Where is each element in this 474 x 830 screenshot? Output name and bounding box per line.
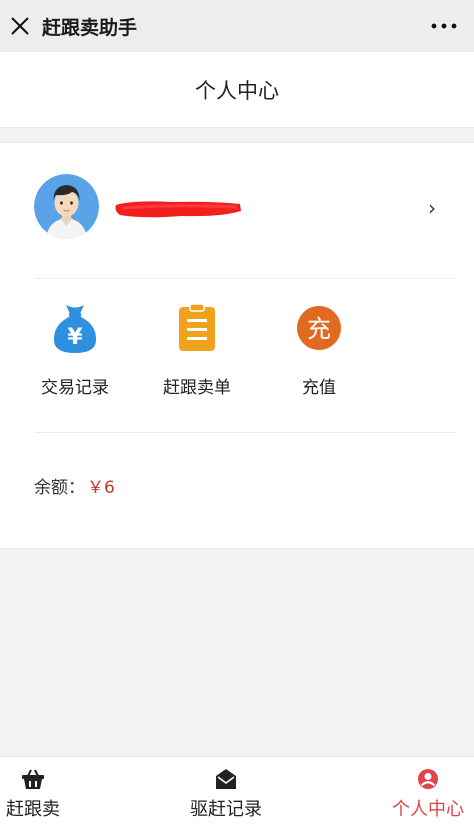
profile-row[interactable]: ›: [0, 143, 474, 279]
menu-item-recharge[interactable]: 充 充值: [269, 301, 369, 398]
tab-label: 赶跟卖: [6, 799, 60, 820]
tab-chase-sell[interactable]: 赶跟卖: [6, 767, 60, 821]
page-title: 个人中心: [195, 78, 279, 103]
svg-text:¥: ¥: [67, 325, 83, 350]
avatar[interactable]: [34, 174, 99, 239]
menu-label: 赶跟卖单: [163, 378, 231, 398]
balance-value: ￥6: [87, 478, 115, 498]
menu-label: 充值: [302, 378, 336, 398]
basket-icon: [21, 767, 45, 791]
more-button[interactable]: [424, 10, 464, 42]
more-icon: [431, 23, 457, 29]
profile-card: › ¥ 交易记录 赶跟卖单 充 充值 余额： ￥6: [0, 142, 474, 549]
svg-text:充: 充: [307, 315, 331, 343]
chevron-right-icon[interactable]: ›: [428, 197, 448, 219]
close-icon: [11, 17, 29, 35]
username-redacted: [112, 197, 244, 221]
tab-label: 个人中心: [392, 799, 464, 820]
menu-item-transactions[interactable]: ¥ 交易记录: [25, 301, 125, 398]
menu-item-orders[interactable]: 赶跟卖单: [147, 301, 247, 398]
title-bar: 赶跟卖助手: [0, 0, 474, 52]
money-bag-icon: ¥: [49, 301, 101, 355]
divider: [34, 432, 456, 433]
app-title: 赶跟卖助手: [42, 16, 138, 39]
function-menu: ¥ 交易记录 赶跟卖单 充 充值: [0, 279, 474, 431]
tab-chase-records[interactable]: 驱赶记录: [190, 767, 262, 821]
person-icon: [416, 767, 440, 791]
bottom-tab-bar: 赶跟卖 驱赶记录 个人中心: [0, 756, 474, 830]
tab-label: 驱赶记录: [190, 799, 262, 820]
page-header: 个人中心: [0, 52, 474, 128]
tab-personal-center[interactable]: 个人中心: [392, 767, 464, 821]
envelope-icon: [214, 767, 238, 791]
recharge-icon: 充: [293, 301, 345, 355]
clipboard-icon: [171, 301, 223, 355]
balance-row: 余额： ￥6: [34, 473, 115, 498]
menu-label: 交易记录: [41, 378, 109, 398]
close-button[interactable]: [2, 0, 38, 52]
balance-label: 余额：: [34, 478, 85, 498]
